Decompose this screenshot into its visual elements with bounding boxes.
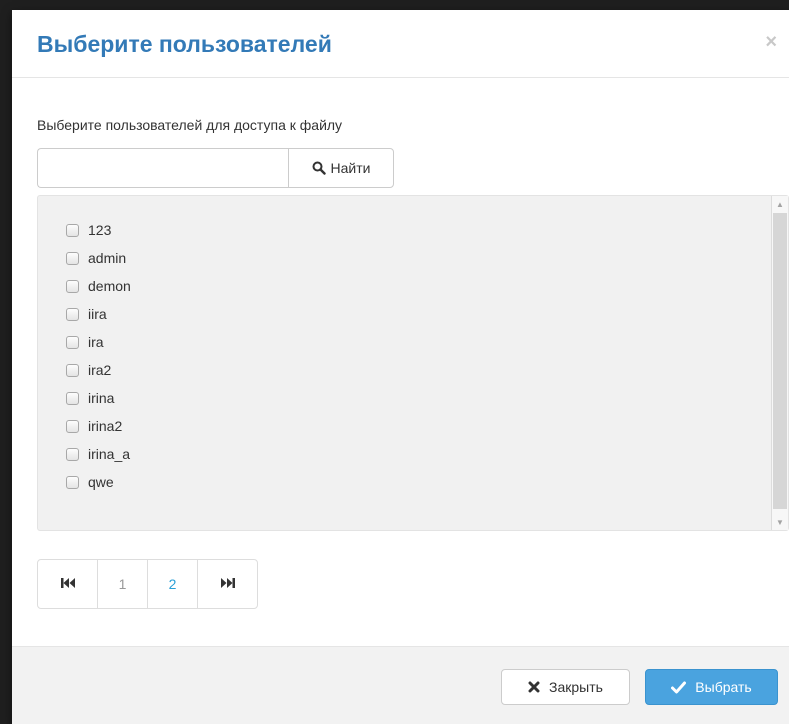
search-button[interactable]: Найти — [288, 148, 394, 188]
user-checkbox[interactable] — [66, 363, 79, 377]
dialog-body: Выберите пользователей для доступа к фай… — [12, 78, 789, 646]
user-item[interactable]: irina_a — [66, 440, 131, 468]
user-checkbox[interactable] — [66, 475, 79, 489]
user-checkbox[interactable] — [66, 279, 79, 293]
user-list: 123 admin demon iira ira ira2 irina irin… — [66, 216, 131, 496]
user-name: qwe — [88, 474, 114, 490]
user-item[interactable]: demon — [66, 272, 131, 300]
user-item[interactable]: irina — [66, 384, 131, 412]
close-icon — [528, 681, 540, 693]
user-checkbox[interactable] — [66, 251, 79, 265]
user-item[interactable]: 123 — [66, 216, 131, 244]
select-users-dialog: Выберите пользователей × Выберите пользо… — [12, 10, 789, 724]
scroll-down-arrow-icon[interactable]: ▼ — [772, 514, 788, 530]
user-item[interactable]: irina2 — [66, 412, 131, 440]
user-checkbox[interactable] — [66, 335, 79, 349]
user-name: irina_a — [88, 446, 131, 462]
dialog-footer: Закрыть Выбрать — [12, 646, 789, 724]
close-icon[interactable]: × — [765, 30, 777, 54]
scroll-thumb[interactable] — [773, 213, 787, 509]
first-page-icon — [60, 576, 76, 592]
user-name: irina2 — [88, 418, 123, 434]
user-checkbox[interactable] — [66, 391, 79, 405]
last-page-icon — [220, 576, 236, 592]
dialog-description: Выберите пользователей для доступа к фай… — [37, 117, 343, 133]
dialog-header: Выберите пользователей × — [12, 10, 789, 78]
backdrop-edge — [0, 0, 12, 724]
user-list-panel: 123 admin demon iira ira ira2 irina irin… — [37, 195, 789, 531]
user-name: demon — [88, 278, 131, 294]
user-name: ira2 — [88, 362, 112, 378]
user-item[interactable]: admin — [66, 244, 131, 272]
close-button-label: Закрыть — [549, 679, 603, 695]
user-item[interactable]: qwe — [66, 468, 131, 496]
user-name: ira — [88, 334, 104, 350]
user-item[interactable]: ira — [66, 328, 131, 356]
select-button[interactable]: Выбрать — [645, 669, 778, 705]
user-checkbox[interactable] — [66, 447, 79, 461]
page-link-2[interactable]: 2 — [147, 559, 198, 609]
user-item[interactable]: iira — [66, 300, 131, 328]
dialog-title: Выберите пользователей — [37, 31, 332, 57]
scroll-up-arrow-icon[interactable]: ▲ — [772, 196, 788, 212]
user-name: 123 — [88, 222, 112, 238]
user-list-scrollbar[interactable]: ▲ ▼ — [771, 196, 788, 530]
search-input[interactable] — [37, 148, 288, 188]
user-name: irina — [88, 390, 115, 406]
search-icon — [312, 161, 326, 175]
pagination: 1 2 — [37, 559, 258, 609]
user-item[interactable]: ira2 — [66, 356, 131, 384]
first-page-button[interactable] — [37, 559, 98, 609]
check-icon — [671, 681, 687, 694]
user-name: iira — [88, 306, 107, 322]
user-name: admin — [88, 250, 127, 266]
backdrop — [0, 0, 789, 10]
close-button[interactable]: Закрыть — [501, 669, 630, 705]
search-group: Найти — [37, 148, 394, 188]
user-checkbox[interactable] — [66, 419, 79, 433]
page-link-1[interactable]: 1 — [97, 559, 148, 609]
user-checkbox[interactable] — [66, 307, 79, 321]
search-button-label: Найти — [330, 160, 371, 176]
select-button-label: Выбрать — [695, 679, 752, 695]
last-page-button[interactable] — [197, 559, 258, 609]
user-checkbox[interactable] — [66, 223, 79, 237]
